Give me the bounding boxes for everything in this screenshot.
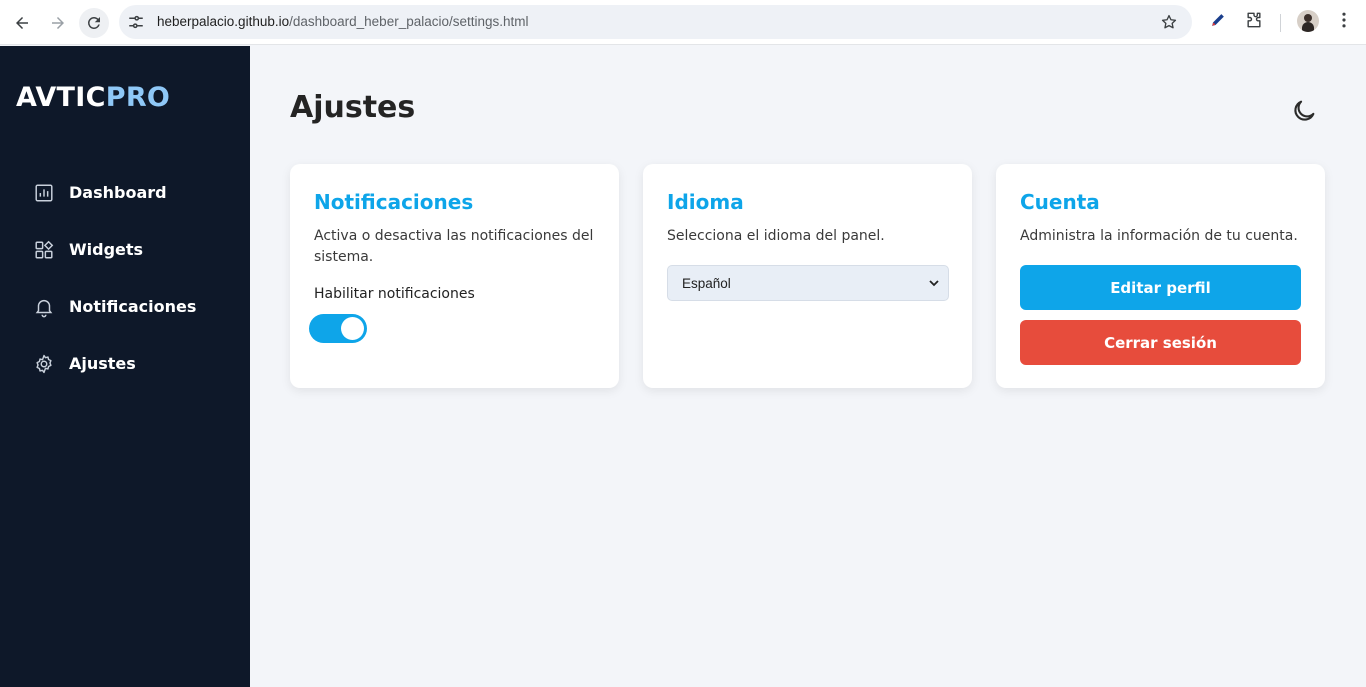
browser-menu-icon[interactable]	[1333, 9, 1355, 31]
logout-button[interactable]: Cerrar sesión	[1020, 320, 1301, 365]
sidebar-item-label: Dashboard	[69, 183, 167, 202]
settings-cards: Notificaciones Activa o desactiva las no…	[290, 164, 1325, 388]
edit-profile-button[interactable]: Editar perfil	[1020, 265, 1301, 310]
card-description: Administra la información de tu cuenta.	[1020, 228, 1298, 244]
sidebar-menu: Dashboard Widgets Notificaciones Ajustes	[0, 164, 250, 392]
bookmark-star-icon[interactable]	[1160, 13, 1178, 31]
card-description: Activa o desactiva las notificaciones de…	[314, 228, 594, 265]
language-card: Idioma Selecciona el idioma del panel. E…	[643, 164, 972, 388]
url-path: /dashboard_heber_palacio/settings.html	[289, 14, 529, 29]
url-host: heberpalacio.github.io	[157, 14, 290, 29]
notifications-toggle[interactable]	[309, 314, 367, 343]
toggle-label: Habilitar notificaciones	[314, 286, 475, 302]
back-button[interactable]	[7, 8, 37, 38]
sidebar-item-label: Ajustes	[69, 354, 136, 373]
main-content: Ajustes Notificaciones Activa o desactiv…	[250, 46, 1366, 687]
app-logo[interactable]: AVTICPRO	[16, 82, 170, 113]
page-title: Ajustes	[290, 90, 416, 125]
chart-icon	[35, 183, 53, 202]
browser-toolbar: heberpalacio.github.io/dashboard_heber_p…	[0, 0, 1366, 45]
card-title: Notificaciones	[314, 190, 474, 214]
arrow-right-icon	[52, 17, 64, 29]
reload-icon	[87, 16, 100, 29]
toolbar-divider	[1280, 14, 1281, 32]
address-bar[interactable]: heberpalacio.github.io/dashboard_heber_p…	[119, 5, 1192, 39]
arrow-left-icon	[16, 17, 28, 29]
language-select-value: Español	[682, 275, 731, 291]
site-info-icon[interactable]	[127, 13, 145, 31]
pen-extension-icon[interactable]	[1207, 9, 1229, 31]
account-card: Cuenta Administra la información de tu c…	[996, 164, 1325, 388]
sidebar: AVTICPRO Dashboard Widgets Notificacione…	[0, 46, 250, 687]
bell-icon	[35, 299, 53, 317]
notifications-card: Notificaciones Activa o desactiva las no…	[290, 164, 619, 388]
toggle-knob	[341, 317, 364, 340]
sidebar-item-label: Notificaciones	[69, 297, 197, 316]
moon-icon	[1294, 100, 1315, 121]
sidebar-item-label: Widgets	[69, 240, 144, 259]
extensions-puzzle-icon[interactable]	[1243, 9, 1265, 31]
widgets-icon	[35, 240, 54, 259]
forward-button[interactable]	[43, 8, 73, 38]
sidebar-item-ajustes[interactable]: Ajustes	[0, 335, 250, 392]
chevron-down-icon	[929, 280, 939, 287]
card-title: Idioma	[667, 190, 744, 214]
app: AVTICPRO Dashboard Widgets Notificacione…	[0, 46, 1366, 687]
sidebar-item-dashboard[interactable]: Dashboard	[0, 164, 250, 221]
logo-text-accent: PRO	[105, 82, 171, 113]
url-text: heberpalacio.github.io/dashboard_heber_p…	[157, 14, 529, 29]
profile-avatar[interactable]	[1297, 10, 1319, 32]
sidebar-item-notificaciones[interactable]: Notificaciones	[0, 278, 250, 335]
logo-text-main: AVTIC	[16, 82, 106, 113]
gear-icon	[36, 354, 52, 373]
card-title: Cuenta	[1020, 190, 1100, 214]
theme-toggle-button[interactable]	[1290, 97, 1318, 125]
reload-button[interactable]	[79, 8, 109, 38]
card-description: Selecciona el idioma del panel.	[667, 228, 885, 244]
language-select[interactable]: Español	[667, 265, 949, 301]
sidebar-item-widgets[interactable]: Widgets	[0, 221, 250, 278]
